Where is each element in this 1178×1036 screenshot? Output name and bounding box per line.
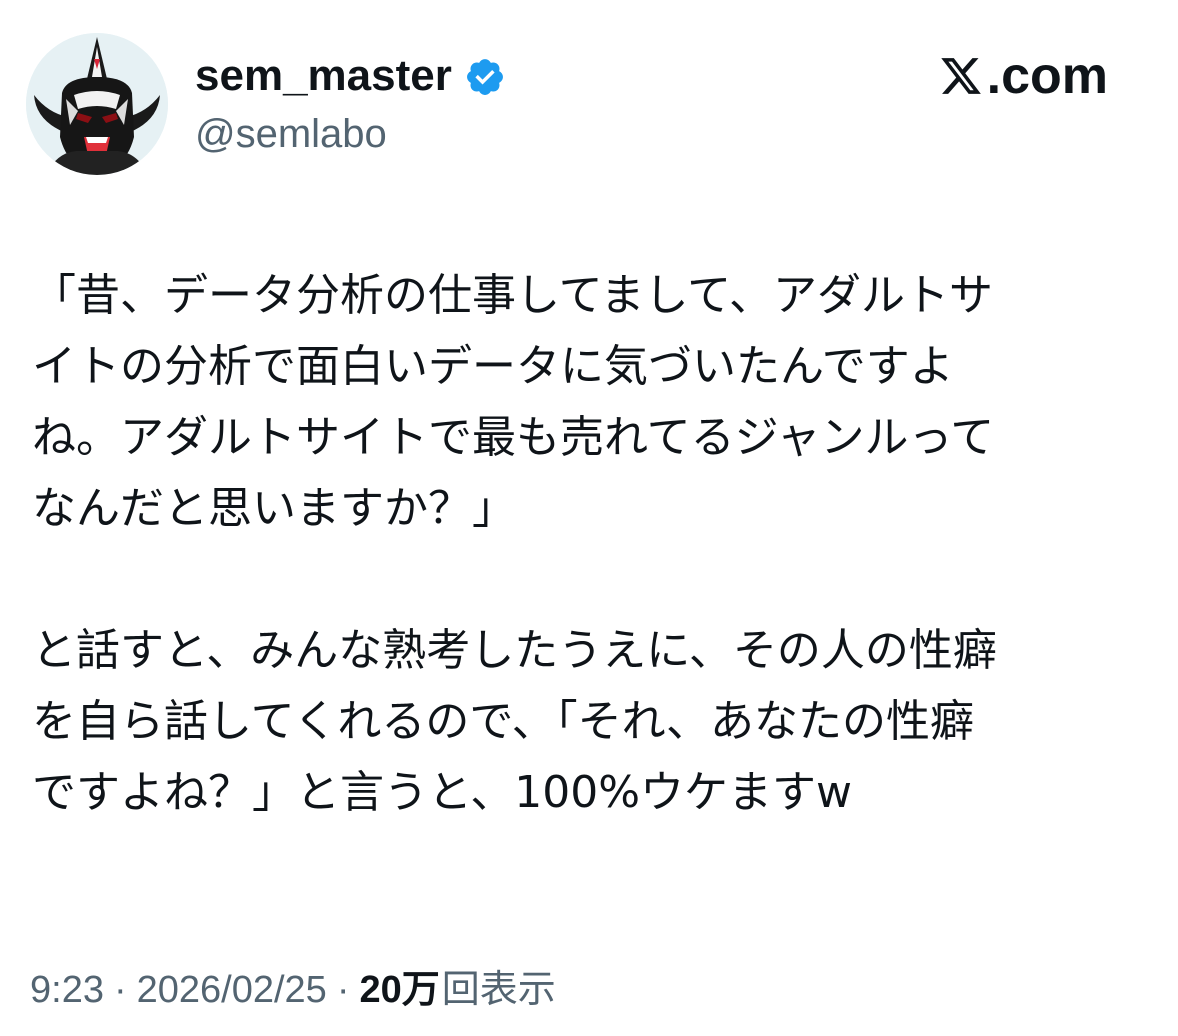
author-display-name[interactable]: sem_master (195, 51, 452, 101)
x-logo-icon (940, 58, 981, 94)
x-brand: .com (939, 46, 1108, 106)
verified-badge-icon (466, 59, 503, 95)
author-handle[interactable]: @semlabo (195, 112, 387, 157)
masked-wrestler-avatar-icon (26, 33, 168, 175)
tweet-date[interactable]: 2026/02/25 (137, 969, 327, 1012)
tweet-time[interactable]: 9:23 (30, 969, 104, 1012)
tweet-text: 「昔、データ分析の仕事してまして、アダルトサ イトの分析で面白いデータに気づいた… (32, 260, 1152, 828)
tweet-meta: 9:23 · 2026/02/25 · 20万 回表示 (30, 958, 556, 1013)
meta-separator-2: · (336, 969, 350, 1011)
views-count[interactable]: 20万 (359, 958, 439, 1013)
views-label: 回表示 (441, 969, 556, 1011)
meta-separator: · (113, 969, 127, 1011)
brand-domain: .com (986, 47, 1108, 105)
tweet-paragraph-2: と話すと、みんな熟考したうえに、その人の性癖 を自ら話してくれるので、「それ、あ… (32, 625, 997, 818)
avatar[interactable] (26, 33, 168, 175)
author-name-row: sem_master (195, 46, 506, 106)
tweet-paragraph-1: 「昔、データ分析の仕事してまして、アダルトサ イトの分析で面白いデータに気づいた… (32, 270, 995, 534)
